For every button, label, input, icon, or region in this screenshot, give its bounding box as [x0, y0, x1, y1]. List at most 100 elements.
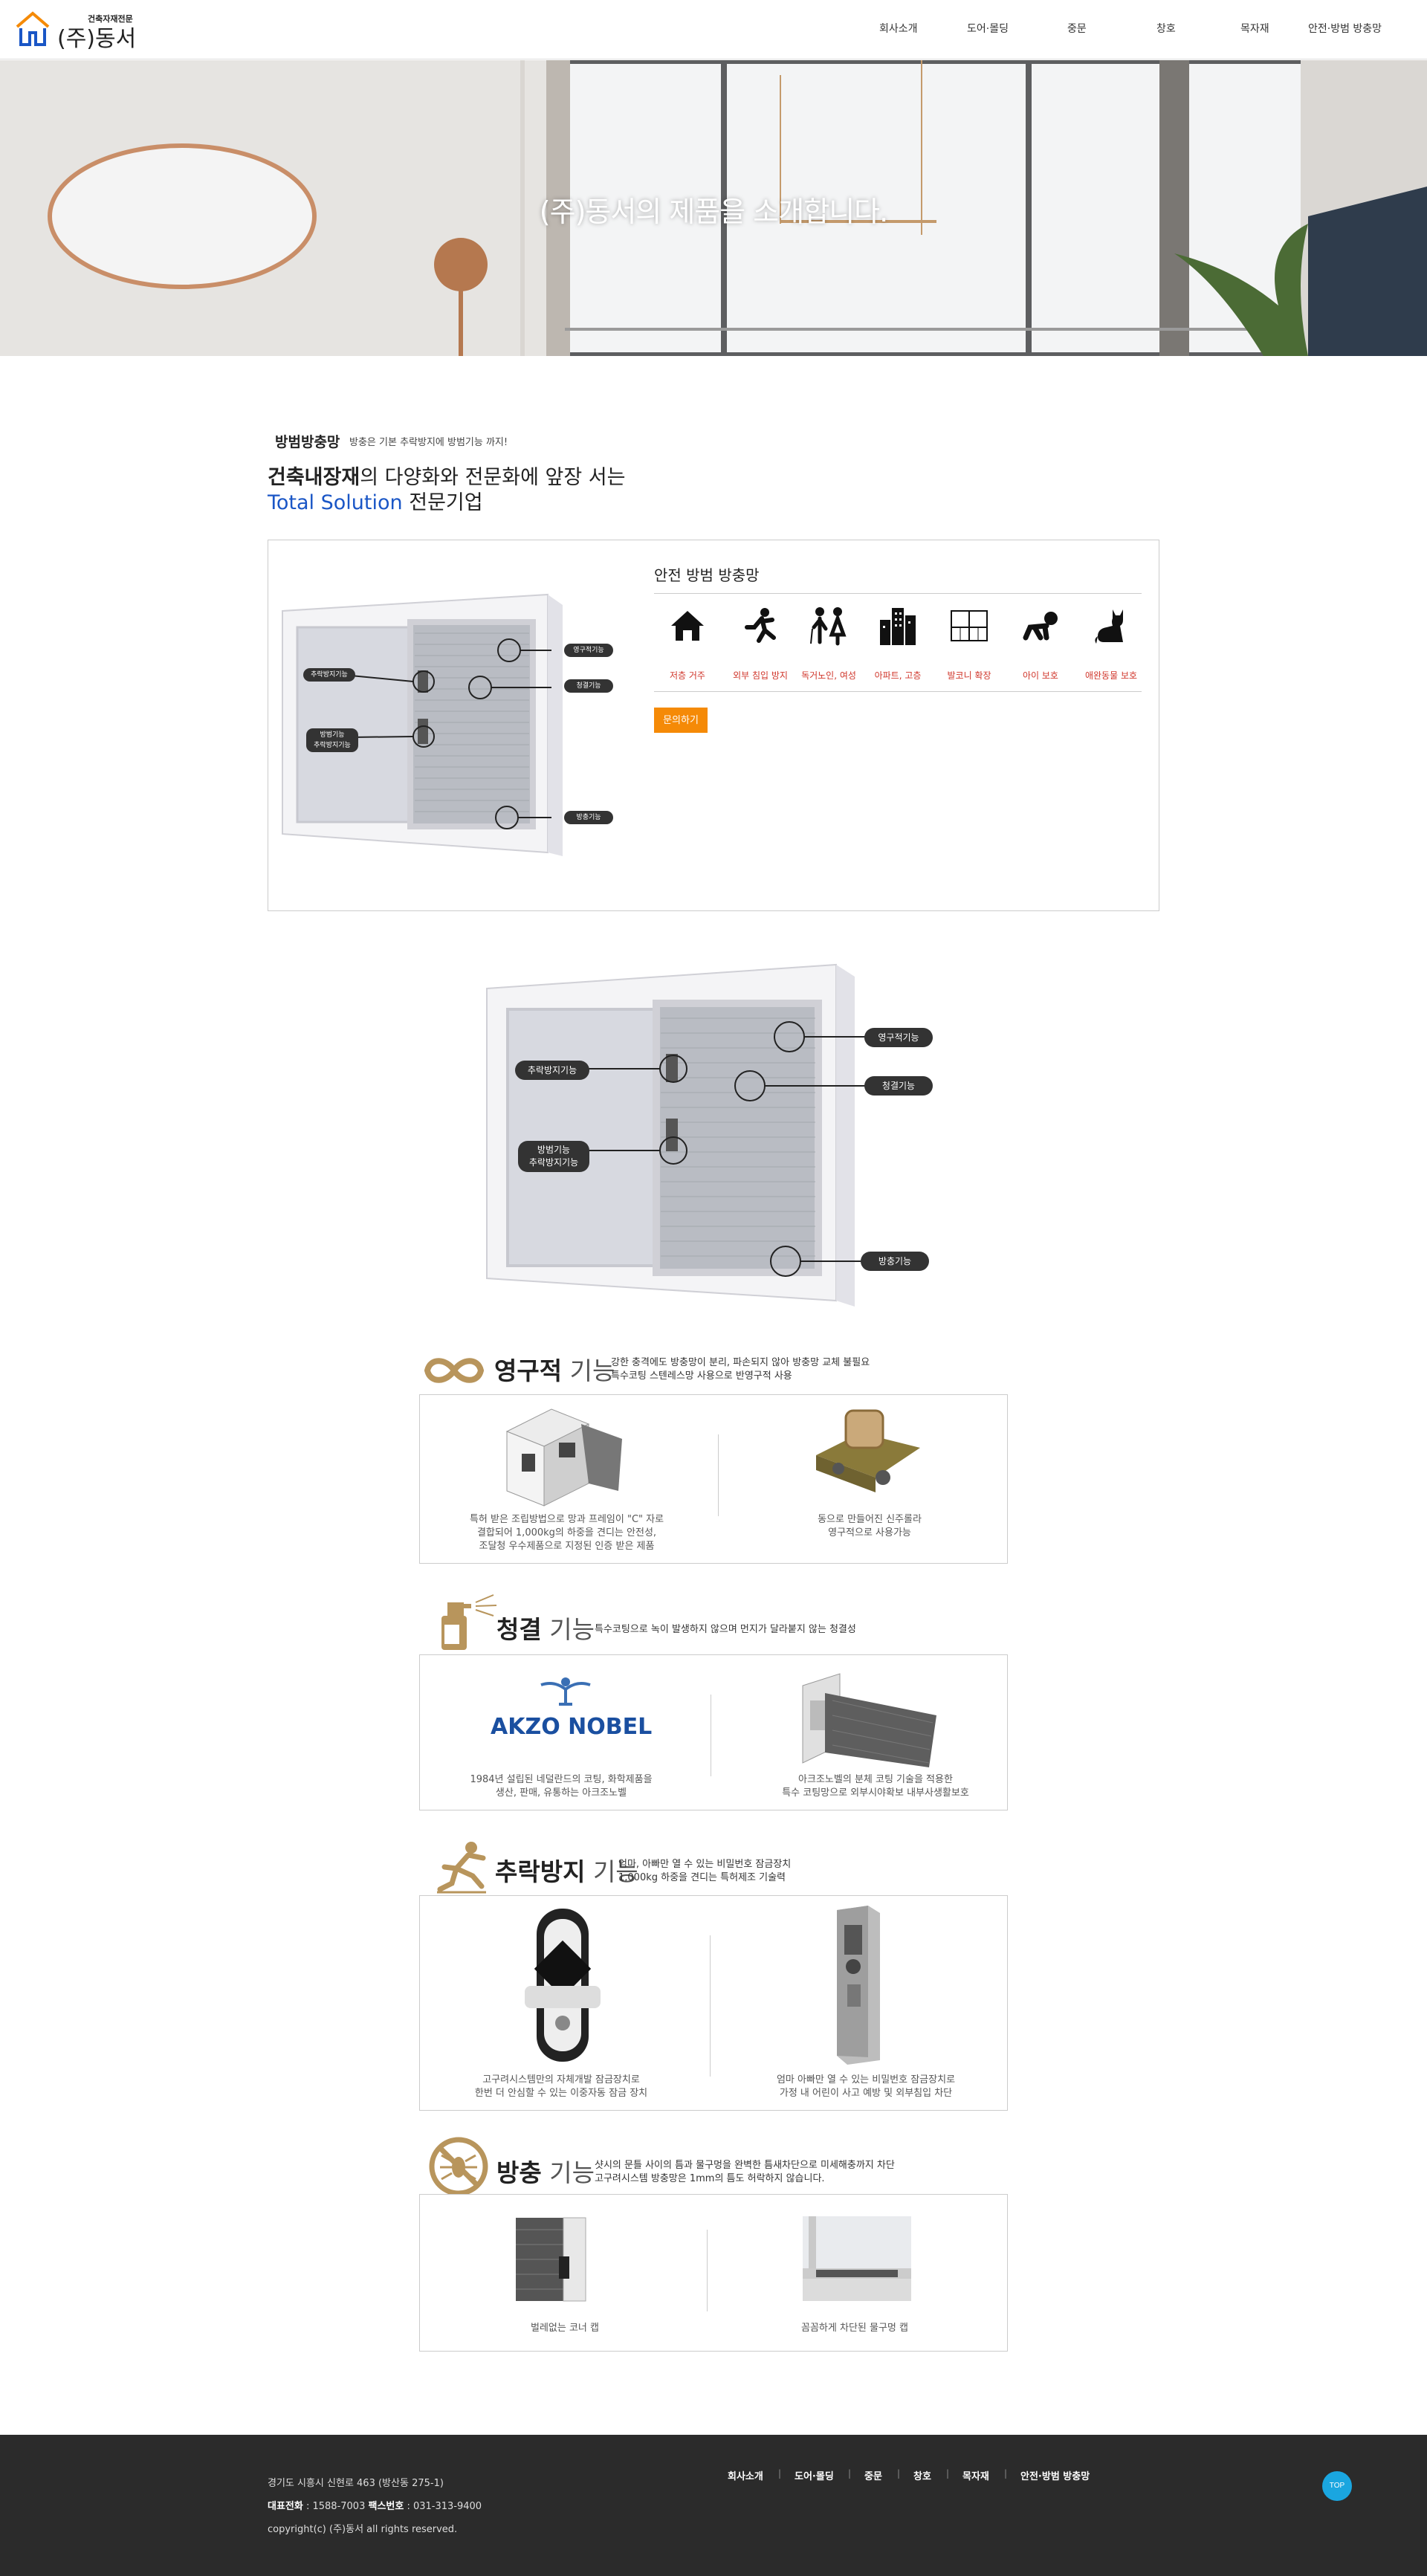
fall-desc-line2: 1,000kg 하중을 견디는 특허제조 기술력 [618, 1872, 786, 1883]
caption-line: 생산, 판매, 유통하는 아크조노벨 [495, 1787, 627, 1799]
footer-nav-wood[interactable]: 목자재 [962, 2468, 989, 2482]
feature-label: 애완동물 보호 [1084, 670, 1138, 681]
category-desc: 방충은 기본 추락방지에 방범기능 까지! [349, 437, 508, 448]
logo-name: (주)동서 [57, 26, 137, 52]
fall-desc-line1: 엄마, 아빠만 열 수 있는 비밀번호 잠금장치 [618, 1859, 792, 1870]
product-divider [654, 593, 1142, 594]
clean-heading: 청결 기능 [496, 1610, 595, 1645]
lock-device-image [525, 1909, 601, 2062]
diagram-label-security-line1: 방범기능 [537, 1145, 571, 1155]
clean-keyword: 청결 [496, 1615, 542, 1644]
feature-apartment: 아파트, 고층 [864, 603, 932, 685]
footer-address: 경기도 시흥시 신현로 463 (방산동 275-1) [268, 2478, 444, 2489]
permanent-desc-line1: 강한 충격에도 방충망이 분리, 파손되지 않아 방충망 교체 불필요 [611, 1357, 870, 1368]
insect-desc-line2: 고구려시스템 방충망은 1mm의 틈도 허락하지 않습니다. [595, 2173, 825, 2184]
caption-line: 고구려시스템만의 자체개발 잠금장치로 [482, 2074, 640, 2085]
frame-joint-image [505, 1408, 622, 1507]
small-label-security: 방범기능 추락방지기능 [306, 728, 358, 752]
scroll-top-button[interactable]: TOP [1322, 2471, 1352, 2501]
headline2-rest: 전문기업 [402, 491, 483, 514]
footer-nav-company[interactable]: 회사소개 [728, 2468, 763, 2482]
akzo-nobel-figure-icon [540, 1677, 591, 1706]
feature-child: 아이 보호 [1006, 603, 1075, 685]
password-lock-image [837, 1906, 880, 2065]
company-logo[interactable]: 건축자재전문 (주)동서 [15, 10, 149, 52]
nav-middle-door[interactable]: 중문 [1067, 21, 1087, 36]
buildings-icon [880, 608, 916, 645]
infinity-icon [424, 1358, 485, 1383]
footer-fax: : 031-313-9400 [404, 2501, 482, 2512]
footer-fax-label: 팩스번호 [368, 2501, 404, 2512]
permanent-keyword-suffix: 기능 [562, 1356, 615, 1385]
hero-title: (주)동서의 제품을 소개합니다. [539, 195, 888, 228]
fall-caption-right: 엄마 아빠만 열 수 있는 비밀번호 잠금장치로 가정 내 어린이 사고 예방 및… [740, 2074, 992, 2100]
caption-line: 영구적으로 사용가능 [828, 1527, 911, 1538]
clean-keyword-suffix: 기능 [541, 1615, 595, 1644]
nav-door-molding[interactable]: 도어·몰딩 [967, 21, 1009, 36]
roller-image [816, 1409, 920, 1492]
house-logo-icon [16, 11, 50, 46]
footer-copyright: copyright(c) (주)동서 all rights reserved. [268, 2524, 458, 2535]
product-divider-bottom [654, 691, 1142, 692]
small-label-permanent: 영구적기능 [564, 644, 613, 657]
footer-nav-door-molding[interactable]: 도어·몰딩 [795, 2468, 834, 2482]
permanent-caption-left: 특허 받은 조립방법으로 망과 프레임이 "C" 자로결합되어 1,000kg의… [439, 1513, 695, 1553]
crawling-baby-icon [1023, 612, 1058, 641]
footer-nav-middle-door[interactable]: 중문 [864, 2468, 882, 2482]
hero-banner: (주)동서의 제품을 소개합니다. [0, 60, 1427, 356]
water-hole-cap-image [803, 2216, 911, 2301]
insect-caption-left: 벌레없는 코너 캡 [531, 2323, 599, 2334]
nav-security-screen[interactable]: 안전·방범 방충망 [1308, 21, 1382, 36]
nav-wood[interactable]: 목자재 [1240, 21, 1269, 36]
footer-nav-window[interactable]: 창호 [913, 2468, 931, 2482]
house-icon [671, 611, 704, 641]
balcony-icon [951, 610, 988, 641]
caption-line: 조달청 우수제품으로 지정된 인증 받은 제품 [479, 1541, 655, 1552]
nav-company[interactable]: 회사소개 [879, 21, 918, 36]
insect-heading: 방충 기능 [496, 2153, 595, 2189]
small-label-clean: 청결기능 [564, 679, 613, 693]
small-label-insect: 방충기능 [564, 811, 613, 824]
fall-keyword: 추락방지 [495, 1857, 586, 1886]
nav-window[interactable]: 창호 [1156, 21, 1176, 36]
akzo-nobel-logo: AKZO NOBEL [491, 1714, 653, 1740]
footer-nav-security-screen[interactable]: 안전·방범 방충망 [1020, 2468, 1090, 2482]
fall-divider [710, 1935, 711, 2077]
permanent-desc: 강한 충격에도 방충망이 분리, 파손되지 않아 방충망 교체 불필요특수코팅 … [611, 1356, 870, 1383]
permanent-heading: 영구적 기능 [494, 1351, 615, 1387]
caption-line: 엄마 아빠만 열 수 있는 비밀번호 잠금장치로 [776, 2074, 956, 2085]
inquiry-button[interactable]: 문의하기 [654, 708, 708, 733]
diagram-label-clean: 청결기능 [864, 1076, 933, 1096]
permanent-desc-line2: 특수코팅 스텐레스망 사용으로 반영구적 사용 [611, 1370, 792, 1382]
caption-line: 결합되어 1,000kg의 하중을 견디는 안전성, [476, 1527, 657, 1538]
clean-desc: 특수코팅으로 녹이 발생하지 않으며 먼지가 달라붙지 않는 청결성 [595, 1624, 856, 1635]
caption-line: 특허 받은 조립방법으로 망과 프레임이 "C" 자로 [469, 1514, 664, 1525]
feature-pet: 애완동물 보호 [1077, 603, 1145, 685]
footer-nav-separator: | [848, 2468, 852, 2479]
fall-caption-left: 고구려시스템만의 자체개발 잠금장치로 한번 더 안심할 수 있는 이중자동 잠금… [424, 2074, 699, 2100]
insect-desc-line1: 샷시의 문틀 사이의 틈과 물구멍을 완벽한 틈새차단으로 미세해충까지 차단 [595, 2160, 895, 2171]
headline-line2: Total Solution 전문기업 [268, 486, 483, 515]
insect-keyword: 방충 [496, 2158, 542, 2187]
diagram-label-security-line2: 추락방지기능 [528, 1157, 579, 1168]
category-title: 방범방충망 [275, 434, 340, 450]
feature-balcony: 발코니 확장 [935, 603, 1003, 685]
corner-cap-image [516, 2217, 614, 2302]
caption-line: 동으로 만들어진 신주롤라 [818, 1514, 922, 1525]
feature-intrusion: 외부 침입 방지 [726, 603, 795, 685]
falling-person-icon [437, 1842, 486, 1894]
diagram-label-fall: 추락방지기능 [515, 1061, 589, 1080]
elderly-couple-icon [810, 607, 847, 646]
insect-caption-right: 꼼꼼하게 차단된 물구멍 캡 [801, 2323, 908, 2334]
no-insect-icon [429, 2137, 488, 2196]
diagram-label-insect: 방충기능 [861, 1252, 929, 1271]
feature-low-floor: 저층 거주 [653, 603, 722, 685]
insect-divider [707, 2230, 708, 2311]
feature-elderly: 독거노인, 여성 [795, 603, 863, 685]
footer-tel-label: 대표전화 [268, 2501, 303, 2512]
diagram-label-permanent: 영구적기능 [864, 1028, 933, 1047]
footer-nav-separator: | [778, 2468, 782, 2479]
clean-caption-right: 아크조노벨의 분체 코팅 기술을 적용한 특수 코팅망으로 외부시야확보 내부사생… [749, 1773, 1002, 1800]
footer-nav-separator: | [946, 2468, 950, 2479]
caption-line: 아크조노벨의 분체 코팅 기술을 적용한 [798, 1774, 953, 1785]
